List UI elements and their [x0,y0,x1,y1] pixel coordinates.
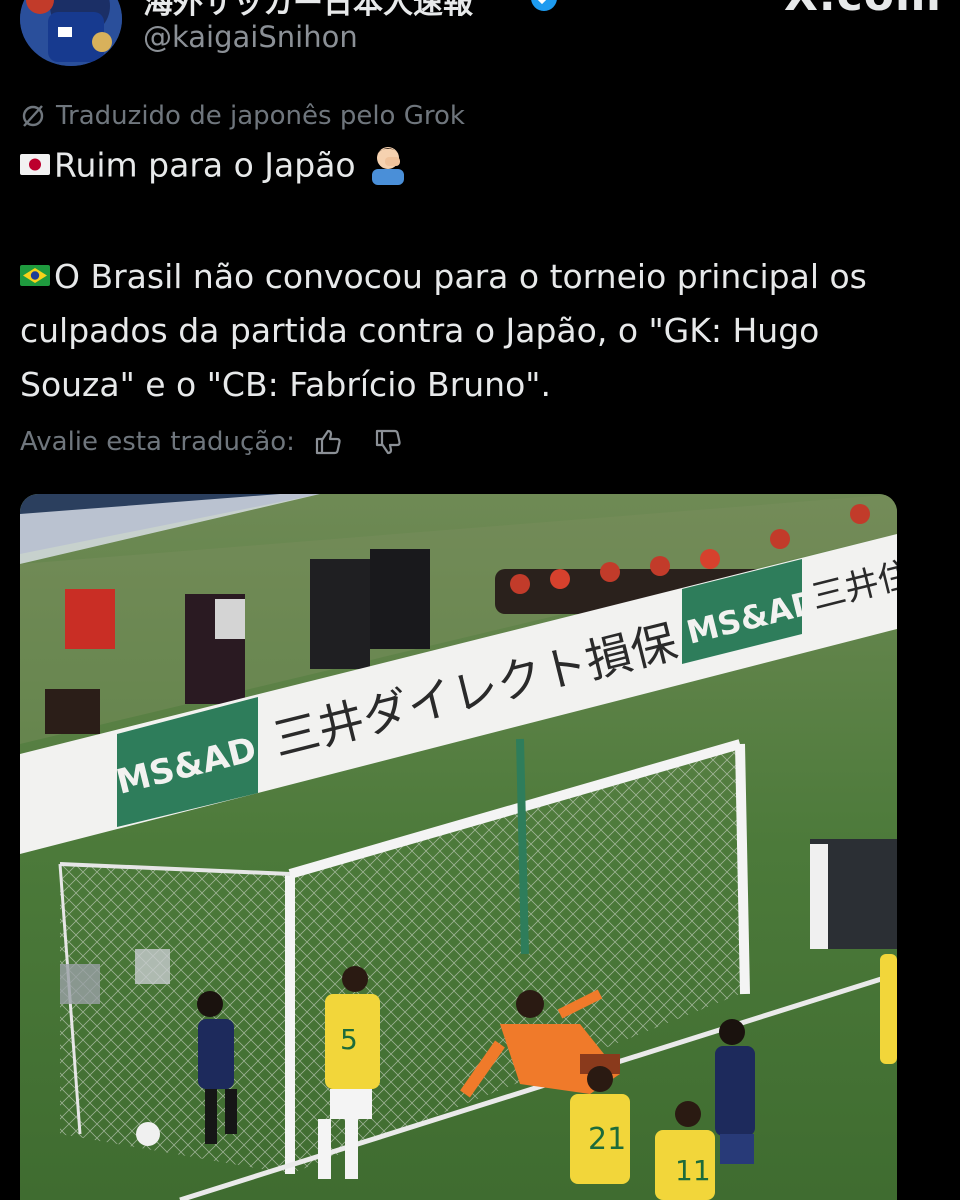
soccer-match-photo: MS&AD 三井ダイレクト損保 MS&AD 三井住 5 21 11 [20,494,897,1200]
grok-icon [22,105,44,127]
thumbs-up-icon[interactable] [311,425,345,459]
shirt-number-21: 21 [588,1122,626,1157]
translation-notice: Traduzido de japonês pelo Grok [20,97,465,135]
user-handle[interactable]: @kaigaiSnihon [143,20,358,54]
post-header: 海外サッカー日本人速報 @kaigaiSnihon X.com [0,0,960,80]
translation-rating: Avalie esta tradução: [20,422,405,462]
brazil-flag-icon [20,265,50,286]
post-text-line1: Ruim para o Japão [20,145,410,189]
shirt-number-11: 11 [675,1154,711,1187]
thumbs-down-icon[interactable] [371,425,405,459]
post-text-line1-label: Ruim para o Japão [54,145,356,185]
post-text-paragraph: O Brasil não convocou para o torneio pri… [20,250,940,412]
japan-flag-icon [20,153,50,175]
translation-notice-text: Traduzido de japonês pelo Grok [56,101,465,131]
verified-badge-icon [531,0,557,11]
facepalm-emoji-icon [372,147,405,185]
player-avatar-icon[interactable] [20,0,122,66]
post-media-photo[interactable]: MS&AD 三井ダイレクト損保 MS&AD 三井住 5 21 11 [20,494,897,1200]
rating-label: Avalie esta tradução: [20,427,295,457]
display-name[interactable]: 海外サッカー日本人速報 [143,0,473,22]
brand-label: X.com [784,0,942,21]
post-text-paragraph-label: O Brasil não convocou para o torneio pri… [20,257,867,404]
shirt-number-5: 5 [340,1023,358,1056]
